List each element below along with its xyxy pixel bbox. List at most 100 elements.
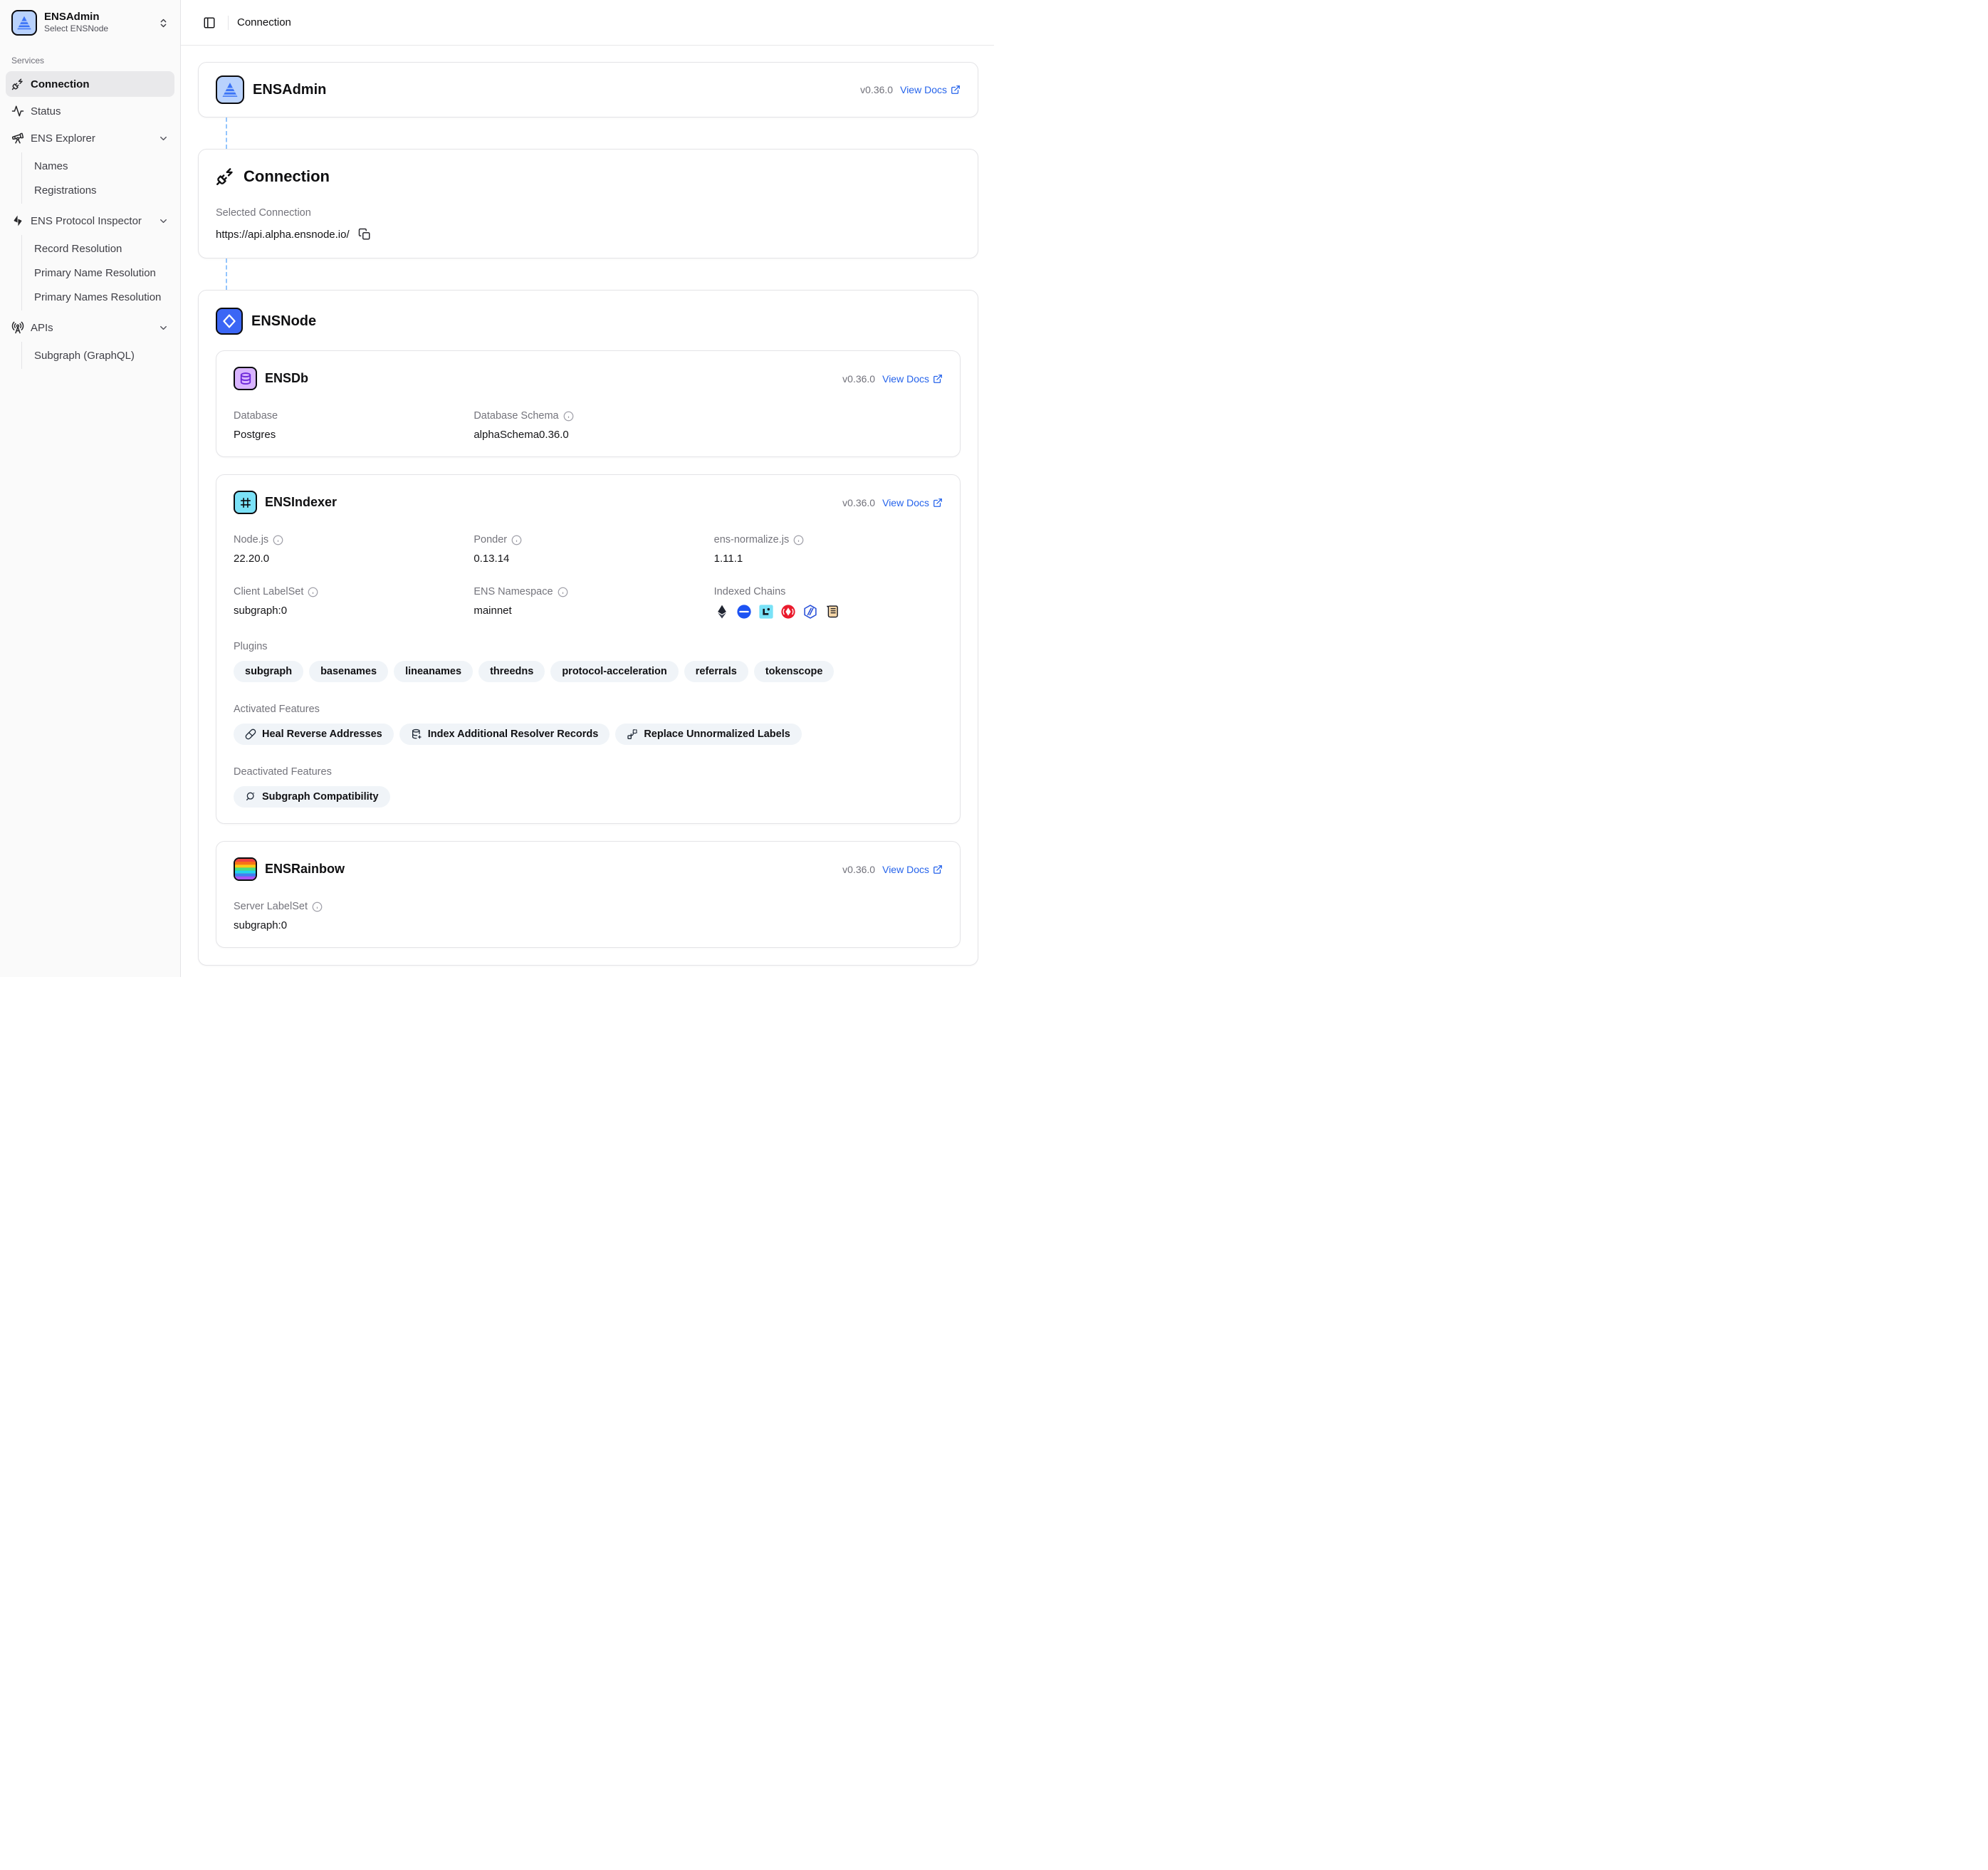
info-icon[interactable]	[308, 587, 318, 597]
sidebar-item-apis[interactable]: APIs	[6, 315, 174, 340]
field-database: Database Postgres	[234, 410, 462, 441]
breadcrumb: Connection	[237, 16, 291, 28]
app-subtitle: Select ENSNode	[44, 23, 151, 35]
sidebar-subitem-primary-names-resolution[interactable]: Primary Names Resolution	[22, 285, 174, 309]
connector-dashed-line	[226, 117, 227, 149]
plugin-pill: lineanames	[394, 661, 473, 682]
copy-icon[interactable]	[358, 228, 371, 241]
card-title: ENSRainbow	[265, 862, 345, 877]
app-title: ENSAdmin	[44, 11, 151, 23]
main-area: Connection ENSAdmin v0.36.0	[181, 0, 994, 977]
sidebar-item-status[interactable]: Status	[6, 98, 174, 124]
feature-pill: Subgraph Compatibility	[234, 786, 390, 808]
view-docs-link[interactable]: View Docs	[900, 84, 961, 95]
field-ens-normalize: ens-normalize.js 1.11.1	[714, 534, 943, 565]
card-title: ENSIndexer	[265, 495, 337, 510]
feature-pill: Heal Reverse Addresses	[234, 724, 394, 745]
view-docs-link[interactable]: View Docs	[882, 497, 943, 508]
ensnode-selector[interactable]: ENSAdmin Select ENSNode	[6, 6, 174, 40]
card-title: ENSDb	[265, 371, 308, 386]
field-value: 0.13.14	[474, 553, 702, 565]
info-icon[interactable]	[558, 587, 568, 597]
sidebar-item-ens-protocol-inspector[interactable]: ENS Protocol Inspector	[6, 208, 174, 234]
ensadmin-logo-icon	[11, 10, 37, 36]
plugin-pill: tokenscope	[754, 661, 835, 682]
feature-label: Subgraph Compatibility	[262, 791, 379, 803]
sidebar-item-label: ENS Protocol Inspector	[31, 215, 152, 227]
sidebar-subitem-primary-name-resolution[interactable]: Primary Name Resolution	[22, 261, 174, 285]
version-text: v0.36.0	[860, 84, 893, 95]
ensindexer-card: ENSIndexer v0.36.0 View Docs Node.js	[216, 474, 961, 824]
sidebar-subitem-registrations[interactable]: Registrations	[22, 178, 174, 202]
field-ens-namespace: ENS Namespace mainnet	[474, 586, 702, 620]
activated-features-list: Heal Reverse Addresses Index Additional …	[234, 724, 943, 745]
ensrainbow-card: ENSRainbow v0.36.0 View Docs Server Labe…	[216, 841, 961, 948]
field-label: Client LabelSet	[234, 586, 303, 597]
field-value: mainnet	[474, 605, 702, 617]
sidebar-subitem-names[interactable]: Names	[22, 154, 174, 178]
external-link-icon	[933, 374, 943, 384]
connector-dashed-line	[226, 258, 227, 290]
field-label: Server LabelSet	[234, 901, 308, 912]
sidebar-subitem-subgraph-graphql[interactable]: Subgraph (GraphQL)	[22, 343, 174, 367]
sidebar-toggle-button[interactable]	[199, 13, 219, 33]
nav-group-label: Services	[11, 56, 169, 66]
ens-mark-icon	[11, 214, 24, 227]
replace-icon	[627, 728, 638, 740]
info-icon[interactable]	[511, 535, 522, 545]
sidebar-item-label: ENS Explorer	[31, 132, 152, 145]
sidebar-subitem-record-resolution[interactable]: Record Resolution	[22, 236, 174, 261]
plugin-pill: subgraph	[234, 661, 303, 682]
view-docs-link[interactable]: View Docs	[882, 864, 943, 875]
version-text: v0.36.0	[842, 864, 875, 875]
chain-icon-optimism	[780, 604, 796, 620]
sidebar: ENSAdmin Select ENSNode Services Connect…	[0, 0, 181, 977]
activated-features-label: Activated Features	[234, 704, 943, 715]
card-title: ENSNode	[251, 313, 316, 330]
info-icon[interactable]	[793, 535, 804, 545]
info-icon[interactable]	[312, 902, 323, 912]
field-label: Indexed Chains	[714, 586, 943, 597]
ensdb-logo-icon	[234, 367, 257, 390]
version-text: v0.36.0	[842, 373, 875, 385]
feature-label: Index Additional Resolver Records	[428, 728, 599, 740]
field-label: Node.js	[234, 534, 268, 545]
info-icon[interactable]	[563, 411, 574, 422]
field-value: alphaSchema0.36.0	[474, 429, 702, 441]
field-label: Database	[234, 410, 462, 422]
sidebar-item-ens-explorer[interactable]: ENS Explorer	[6, 125, 174, 151]
selected-connection-label: Selected Connection	[216, 207, 961, 219]
view-docs-label: View Docs	[882, 373, 929, 385]
card-title: Connection	[244, 167, 330, 186]
field-client-labelset: Client LabelSet subgraph:0	[234, 586, 462, 620]
activity-icon	[11, 105, 24, 117]
chevron-down-icon	[158, 216, 169, 226]
field-nodejs: Node.js 22.20.0	[234, 534, 462, 565]
feature-label: Heal Reverse Addresses	[262, 728, 382, 740]
field-database-schema: Database Schema alphaSchema0.36.0	[474, 410, 702, 441]
plugin-pill: referrals	[684, 661, 748, 682]
chain-icon-arbitrum	[802, 604, 818, 620]
field-label: ens-normalize.js	[714, 534, 790, 545]
plugin-pill: basenames	[309, 661, 388, 682]
chevrons-up-down-icon	[158, 18, 169, 28]
card-title: ENSAdmin	[253, 82, 326, 98]
chevron-down-icon	[158, 323, 169, 333]
ensadmin-logo-icon	[216, 75, 244, 104]
info-icon[interactable]	[273, 535, 283, 545]
topbar-divider	[228, 16, 229, 30]
apis-subnav: Subgraph (GraphQL)	[21, 342, 174, 369]
ensrainbow-logo-icon	[234, 857, 257, 881]
pill-icon	[245, 728, 256, 740]
topbar: Connection	[181, 0, 994, 46]
sidebar-item-connection[interactable]: Connection	[6, 71, 174, 97]
field-indexed-chains: Indexed Chains	[714, 586, 943, 620]
field-label: Database Schema	[474, 410, 558, 422]
ens-explorer-subnav: Names Registrations	[21, 152, 174, 204]
field-value: Postgres	[234, 429, 462, 441]
feature-pill: Replace Unnormalized Labels	[615, 724, 801, 745]
view-docs-link[interactable]: View Docs	[882, 373, 943, 385]
ens-protocol-inspector-subnav: Record Resolution Primary Name Resolutio…	[21, 235, 174, 310]
field-value: subgraph:0	[234, 919, 462, 931]
external-link-icon	[933, 498, 943, 508]
